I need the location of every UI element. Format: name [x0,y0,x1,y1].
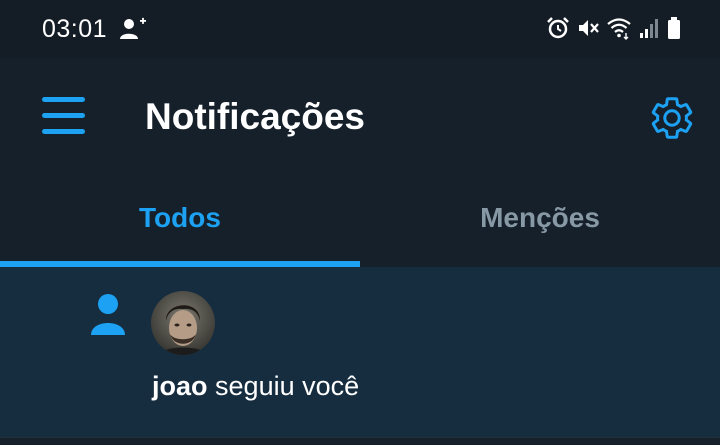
notification-action: seguiu você [215,371,360,401]
person-add-icon [119,17,147,46]
notification-text: joao seguiu você [152,371,359,402]
avatar[interactable] [151,291,215,355]
hamburger-menu-icon [42,97,85,102]
menu-bar-bottom [42,129,85,134]
app-screen: 03:01 Notificações Todos Menções joao se… [0,0,720,445]
app-bar: Notificações [0,58,720,174]
wifi-icon [606,16,632,45]
status-bar: 03:01 [0,0,720,58]
person-icon [90,293,126,342]
tab-todos-label: Todos [139,202,221,233]
page-title: Notificações [145,96,366,137]
tab-mencoes-label: Menções [480,202,600,233]
alarm-icon [546,16,570,45]
battery-icon [666,16,682,45]
tab-todos[interactable]: Todos [0,174,360,267]
notification-user[interactable]: joao [152,371,208,401]
status-time: 03:01 [42,15,108,43]
settings-button[interactable] [648,94,696,142]
tab-bar: Todos Menções [0,174,720,268]
tab-mencoes[interactable]: Menções [360,174,720,266]
notification-item[interactable]: joao seguiu você [0,267,720,437]
vibrate-mute-icon [576,16,600,45]
menu-button[interactable] [40,92,88,140]
signal-icon [638,16,660,45]
status-icons [546,16,682,45]
gear-icon [648,97,696,146]
list-divider [0,437,720,445]
menu-bar-middle [42,113,85,118]
